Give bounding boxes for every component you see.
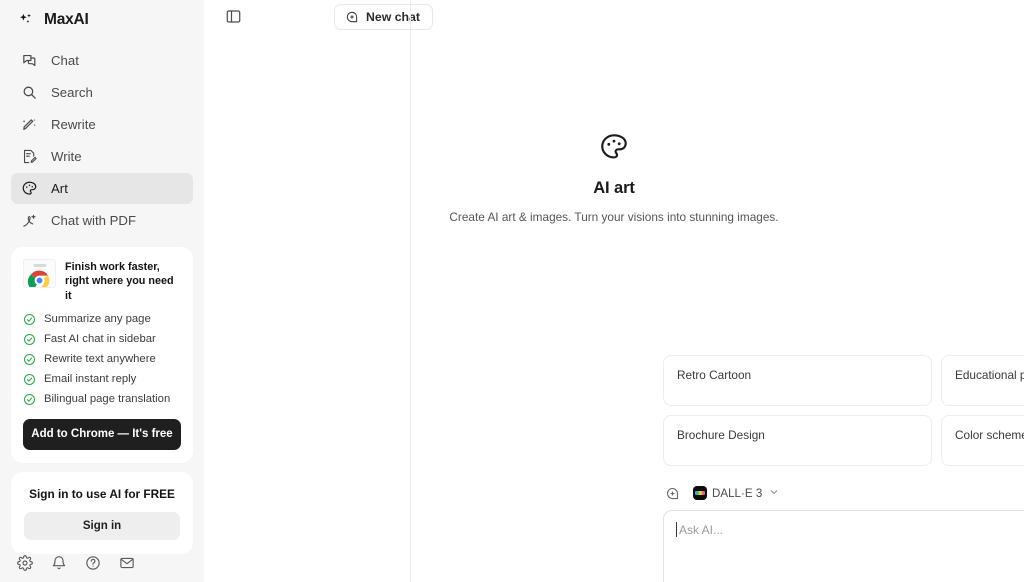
sidebar-footer-icons [11,554,136,572]
signin-title: Sign in to use AI for FREE [29,486,175,501]
check-circle-icon [23,313,36,326]
promo-feature-label: Bilingual page translation [44,393,171,406]
document-pencil-icon [20,148,38,166]
promo-header: Finish work faster, right where you need… [23,259,181,303]
sidebar-item-art[interactable]: Art [11,173,193,204]
palette-icon [20,180,38,198]
model-row: DALL·E 3 [663,481,1024,505]
sidebar-item-label: Search [51,84,93,100]
prompt-input[interactable]: Ask AI... Pro [663,510,1024,582]
promo-feature-label: Fast AI chat in sidebar [44,333,156,346]
sidebar-item-label: Art [51,180,68,196]
list-item: Rewrite text anywhere [23,353,181,366]
sidebar-panel-icon[interactable] [221,5,245,29]
text-cursor [676,522,677,537]
app-root: MaxAI Chat Search Rewrite Write Art Chat… [0,0,1024,582]
promo-card: Finish work faster, right where you need… [11,247,193,463]
sidebar-item-label: Write [51,148,82,164]
composer: DALL·E 3 Ask AI... [663,481,1024,582]
model-name-label: DALL·E 3 [712,486,763,500]
new-chat-bubble-plus-icon [345,10,359,24]
signin-card: Sign in to use AI for FREE Sign in [11,471,193,554]
check-circle-icon [23,373,36,386]
sidebar-nav: Chat Search Rewrite Write Art Chat with … [11,45,193,236]
gear-icon[interactable] [16,554,34,572]
palette-icon [204,131,1024,163]
top-bar: New chat [204,0,1024,33]
model-selector[interactable]: DALL·E 3 [693,484,779,502]
sidebar-item-label: Rewrite [51,116,96,132]
sidebar-item-chat-with-pdf[interactable]: Chat with PDF [11,205,193,236]
promo-feature-label: Rewrite text anywhere [44,353,156,366]
suggestion-cards: Retro Cartoon Educational platforms/e-Le… [663,355,1024,466]
promo-feature-label: Summarize any page [44,313,151,326]
suggestion-card[interactable]: Retro Cartoon [663,355,932,406]
chevron-down-icon [769,484,779,502]
new-chat-label: New chat [366,9,420,24]
add-to-chrome-button[interactable]: Add to Chrome — It's free [23,418,181,450]
brand: MaxAI [11,4,193,36]
suggestion-card[interactable]: Educational platforms/e-Learning website… [941,355,1024,406]
chat-bubbles-icon [20,52,38,70]
page-subtitle: Create AI art & images. Turn your vision… [449,210,779,224]
list-item: Bilingual page translation [23,393,181,406]
magnifier-icon [20,84,38,102]
brand-title: MaxAI [44,11,89,28]
promo-feature-list: Summarize any page Fast AI chat in sideb… [23,313,181,406]
check-circle-icon [23,393,36,406]
list-item: Summarize any page [23,313,181,326]
envelope-icon[interactable] [118,554,136,572]
chrome-logo-icon [23,259,56,288]
list-item: Email instant reply [23,373,181,386]
sidebar-item-chat[interactable]: Chat [11,45,193,76]
sparkles-icon [17,11,35,29]
pdf-plus-icon [20,212,38,230]
prompt-placeholder: Ask AI... [676,522,1024,537]
check-circle-icon [23,353,36,366]
sidebar-item-search[interactable]: Search [11,77,193,108]
sidebar-item-label: Chat with PDF [51,212,137,228]
suggestion-card[interactable]: Brochure Design [663,415,932,466]
new-chat-button[interactable]: New chat [334,3,433,30]
main-panel: New chat AI art Create AI art & images. … [204,0,1024,582]
hero-block: AI art Create AI art & images. Turn your… [204,131,1024,224]
chat-history-icon[interactable] [663,484,681,502]
list-item: Fast AI chat in sidebar [23,333,181,346]
promo-title: Finish work faster, right where you need… [65,261,174,302]
sidebar-item-write[interactable]: Write [11,141,193,172]
help-circle-icon[interactable] [84,554,102,572]
sidebar-item-label: Chat [51,52,79,68]
page-title: AI art [593,179,635,197]
bell-icon[interactable] [50,554,68,572]
check-circle-icon [23,333,36,346]
promo-feature-label: Email instant reply [44,373,137,386]
sidebar: MaxAI Chat Search Rewrite Write Art Chat… [0,0,204,582]
content-area: AI art Create AI art & images. Turn your… [204,33,1024,582]
sidebar-item-rewrite[interactable]: Rewrite [11,109,193,140]
magic-pencil-icon [20,116,38,134]
dalle-badge-icon [693,486,707,500]
suggestion-card[interactable]: Color schemes and themes [941,415,1024,466]
sign-in-button[interactable]: Sign in [24,511,180,540]
